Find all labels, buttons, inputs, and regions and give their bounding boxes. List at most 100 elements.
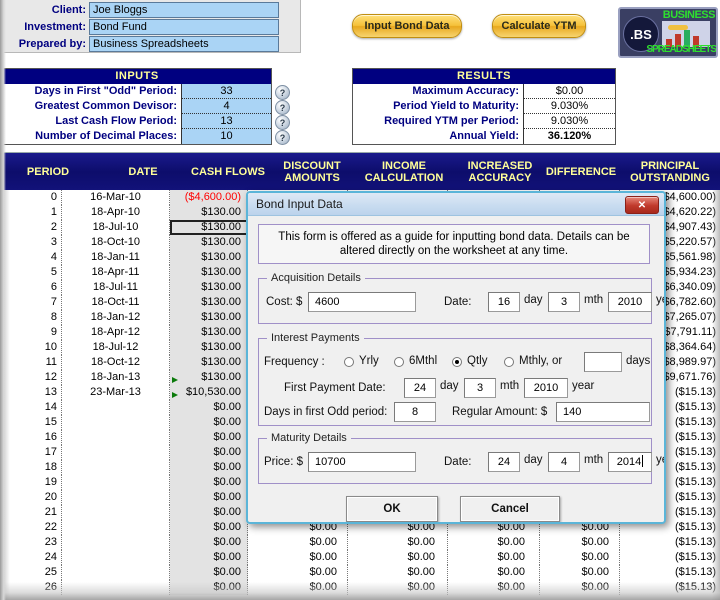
cell-period[interactable]: 4 <box>0 250 62 265</box>
cell-principal-outstanding[interactable]: ($15.13) <box>620 565 720 580</box>
cell-cash-flow[interactable]: $0.00 <box>170 445 248 460</box>
maturity-day-input[interactable]: 24 <box>488 452 520 472</box>
days-first-odd-period-input[interactable]: 8 <box>394 402 436 422</box>
cell-date[interactable]: 18-Jan-13 <box>62 370 170 385</box>
prepared-by-field[interactable]: Business Spreadsheets <box>89 36 279 52</box>
help-icon-greatest-common-devisor[interactable]: ? <box>275 100 290 115</box>
cell-cash-flow[interactable]: $0.00 <box>170 535 248 550</box>
input-bond-data-button[interactable]: Input Bond Data <box>352 14 462 38</box>
close-icon[interactable]: ✕ <box>625 196 659 214</box>
cell-cash-flow[interactable]: $0.00 <box>170 430 248 445</box>
regular-amount-input[interactable]: 140 <box>556 402 650 422</box>
cell-income-calculation[interactable]: $0.00 <box>348 550 448 565</box>
cell-difference[interactable]: $0.00 <box>540 565 620 580</box>
first-payment-day-input[interactable]: 24 <box>404 378 436 398</box>
cell-period[interactable]: 23 <box>0 535 62 550</box>
cell-date[interactable]: 18-Jul-10 <box>62 220 170 235</box>
cell-period[interactable]: 5 <box>0 265 62 280</box>
cell-cash-flow[interactable]: $130.00 <box>170 340 248 355</box>
cell-cash-flow[interactable]: $130.00 <box>170 235 248 250</box>
cell-period[interactable]: 6 <box>0 280 62 295</box>
number-of-decimal-places-value[interactable]: 10 <box>181 129 271 144</box>
cell-date[interactable]: 16-Mar-10 <box>62 190 170 205</box>
cell-income-calculation[interactable]: $0.00 <box>348 535 448 550</box>
cell-date[interactable] <box>62 400 170 415</box>
cell-period[interactable]: 12 <box>0 370 62 385</box>
cell-cash-flow[interactable]: $130.00 <box>170 205 248 220</box>
cell-cash-flow[interactable]: $130.00 <box>170 250 248 265</box>
table-row[interactable]: 25 $0.00 $0.00 $0.00 $0.00 $0.00 ($15.13) <box>0 565 720 580</box>
radio-frequency-qtly[interactable] <box>452 357 462 367</box>
cell-cash-flow[interactable]: $130.00 <box>170 325 248 340</box>
cell-date[interactable]: 18-Oct-10 <box>62 235 170 250</box>
cell-date[interactable] <box>62 580 170 595</box>
cell-cash-flow[interactable]: $130.00 <box>170 310 248 325</box>
cell-date[interactable] <box>62 445 170 460</box>
acquisition-year-input[interactable]: 2010 <box>608 292 652 312</box>
help-icon-last-cash-flow-period[interactable]: ? <box>275 115 290 130</box>
cell-period[interactable]: 1 <box>0 205 62 220</box>
cell-period[interactable]: 17 <box>0 445 62 460</box>
cell-period[interactable]: 16 <box>0 430 62 445</box>
cell-date[interactable]: 18-Apr-10 <box>62 205 170 220</box>
cell-date[interactable] <box>62 430 170 445</box>
cell-cash-flow[interactable]: $10,530.00 <box>170 385 248 400</box>
cell-principal-outstanding[interactable]: ($15.13) <box>620 535 720 550</box>
days-first-odd-period-value[interactable]: 33 <box>181 84 271 99</box>
cell-period[interactable]: 14 <box>0 400 62 415</box>
cell-date[interactable]: 18-Apr-11 <box>62 265 170 280</box>
maturity-year-input[interactable]: 2014 <box>608 452 652 472</box>
cancel-button[interactable]: Cancel <box>460 496 560 522</box>
cell-cash-flow[interactable]: $130.00 <box>170 265 248 280</box>
cell-cash-flow[interactable]: $0.00 <box>170 460 248 475</box>
acquisition-cost-input[interactable]: 4600 <box>308 292 416 312</box>
cell-increased-accuracy[interactable]: $0.00 <box>448 550 540 565</box>
cell-period[interactable]: 21 <box>0 505 62 520</box>
cell-increased-accuracy[interactable]: $0.00 <box>448 535 540 550</box>
client-name-field[interactable]: Joe Bloggs <box>89 2 279 18</box>
cell-period[interactable]: 9 <box>0 325 62 340</box>
cell-period[interactable]: 24 <box>0 550 62 565</box>
cell-period[interactable]: 13 <box>0 385 62 400</box>
radio-label-6mthl[interactable]: 6Mthl <box>409 355 437 367</box>
cell-difference[interactable]: $0.00 <box>540 580 620 595</box>
cell-increased-accuracy[interactable]: $0.00 <box>448 580 540 595</box>
radio-frequency-mthly[interactable] <box>504 357 514 367</box>
cell-period[interactable]: 15 <box>0 415 62 430</box>
cell-cash-flow[interactable]: $130.00 <box>170 370 248 385</box>
table-row[interactable]: 23 $0.00 $0.00 $0.00 $0.00 $0.00 ($15.13) <box>0 535 720 550</box>
cell-period[interactable]: 26 <box>0 580 62 595</box>
help-icon-days-first-odd-period[interactable]: ? <box>275 85 290 100</box>
radio-frequency-6mthl[interactable] <box>394 357 404 367</box>
ok-button[interactable]: OK <box>346 496 438 522</box>
cell-cash-flow[interactable]: $0.00 <box>170 550 248 565</box>
cell-date[interactable] <box>62 550 170 565</box>
cell-date[interactable]: 18-Oct-11 <box>62 295 170 310</box>
frequency-days-input[interactable] <box>584 352 622 372</box>
cell-date[interactable]: 18-Jul-12 <box>62 340 170 355</box>
cell-period[interactable]: 2 <box>0 220 62 235</box>
cell-date[interactable]: 18-Oct-12 <box>62 355 170 370</box>
first-payment-year-input[interactable]: 2010 <box>524 378 568 398</box>
cell-period[interactable]: 0 <box>0 190 62 205</box>
acquisition-day-input[interactable]: 16 <box>488 292 520 312</box>
radio-label-qtly[interactable]: Qtly <box>467 355 487 367</box>
cell-period[interactable]: 25 <box>0 565 62 580</box>
cell-cash-flow[interactable]: $130.00 <box>170 220 248 235</box>
cell-discount-amount[interactable]: $0.00 <box>248 550 348 565</box>
cell-income-calculation[interactable]: $0.00 <box>348 565 448 580</box>
investment-field[interactable]: Bond Fund <box>89 19 279 35</box>
cell-cash-flow[interactable]: $0.00 <box>170 475 248 490</box>
cell-discount-amount[interactable]: $0.00 <box>248 580 348 595</box>
cell-date[interactable]: 18-Jan-11 <box>62 250 170 265</box>
cell-cash-flow[interactable]: $0.00 <box>170 580 248 595</box>
cell-increased-accuracy[interactable]: $0.00 <box>448 565 540 580</box>
cell-date[interactable]: 18-Jan-12 <box>62 310 170 325</box>
cell-cash-flow[interactable]: $130.00 <box>170 355 248 370</box>
last-cash-flow-period-value[interactable]: 13 <box>181 114 271 129</box>
radio-label-yrly[interactable]: Yrly <box>359 355 379 367</box>
greatest-common-devisor-value[interactable]: 4 <box>181 99 271 114</box>
radio-label-mthly[interactable]: Mthly, or <box>519 355 562 367</box>
cell-cash-flow[interactable]: $130.00 <box>170 280 248 295</box>
cell-cash-flow[interactable]: $0.00 <box>170 415 248 430</box>
